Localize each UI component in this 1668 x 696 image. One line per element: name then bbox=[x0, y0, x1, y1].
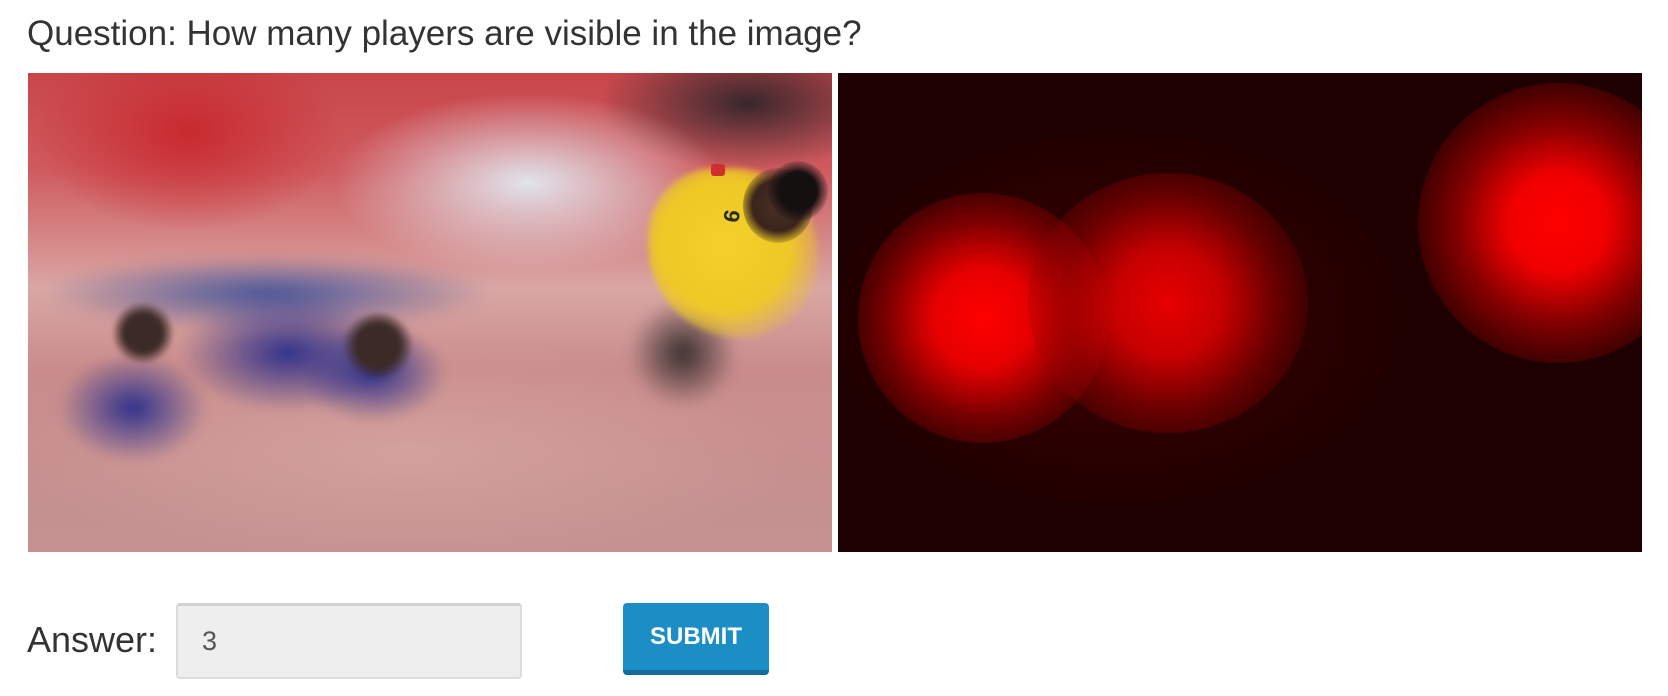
photo-player-head bbox=[343, 313, 413, 378]
answer-label: Answer: bbox=[27, 619, 158, 660]
attention-heatmap bbox=[838, 73, 1642, 552]
vqa-page: Question: How many players are visible i… bbox=[0, 0, 1668, 696]
images-row: 9 bbox=[28, 73, 1642, 552]
heatmap-hotspot-center bbox=[1028, 173, 1308, 433]
answer-input[interactable] bbox=[176, 603, 522, 679]
question-text: Question: How many players are visible i… bbox=[27, 14, 862, 53]
photo-player-head bbox=[113, 303, 173, 363]
blurred-photo: 9 bbox=[28, 73, 832, 552]
photo-player-hair bbox=[768, 161, 828, 221]
heatmap-hotspot-right bbox=[1418, 83, 1642, 363]
photo-jersey-badge bbox=[711, 164, 725, 176]
submit-button[interactable]: SUBMIT bbox=[623, 603, 769, 675]
